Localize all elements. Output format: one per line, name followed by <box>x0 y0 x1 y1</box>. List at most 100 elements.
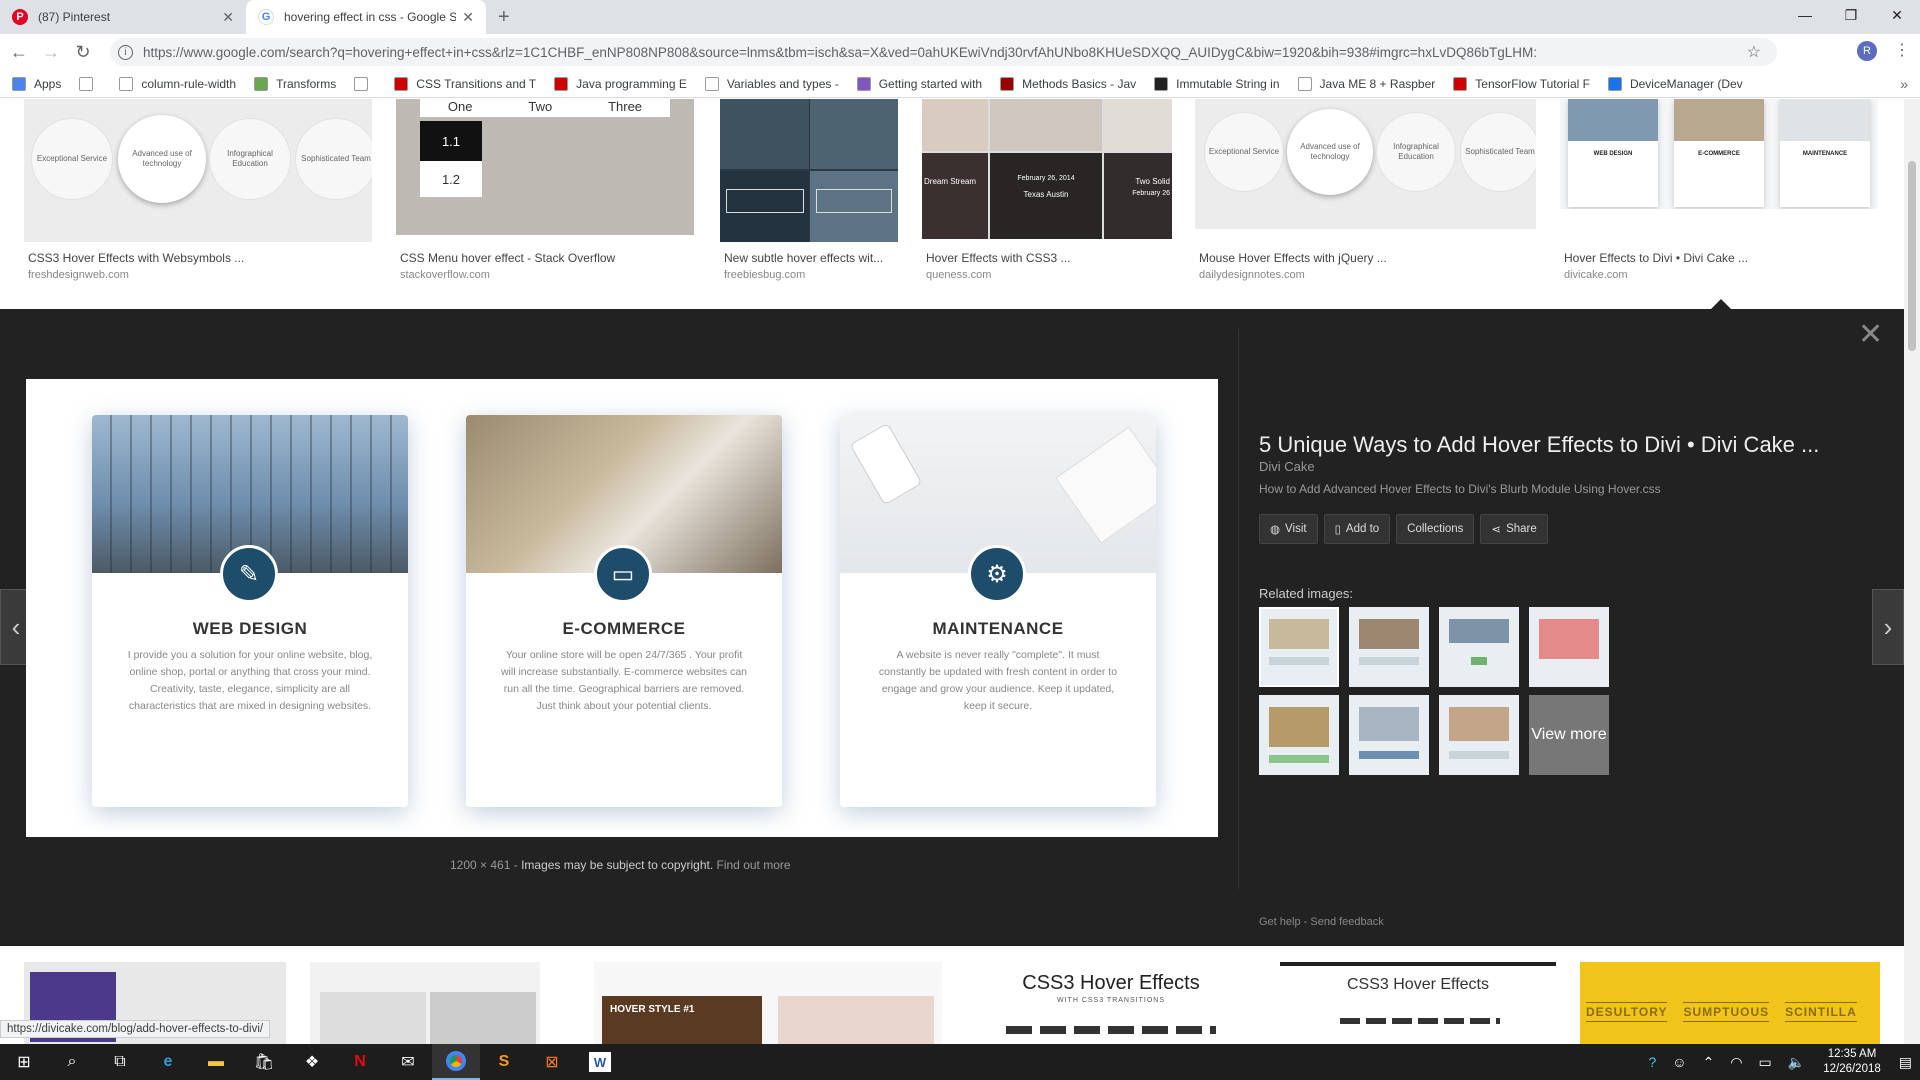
get-help-link[interactable]: Get help <box>1259 916 1301 928</box>
bookmark-item[interactable] <box>79 76 101 91</box>
related-image[interactable] <box>1439 695 1519 775</box>
result-thumbnail[interactable]: CSS3 Hover Effects WITH CSS3 TRANSITIONS <box>966 962 1256 1044</box>
close-icon[interactable]: ✕ <box>1858 317 1883 352</box>
bookmark-item[interactable] <box>354 76 376 91</box>
windows-start-icon[interactable]: ⊞ <box>0 1044 48 1080</box>
url-text[interactable]: https://www.google.com/search?q=hovering… <box>143 45 1537 60</box>
send-feedback-link[interactable]: Send feedback <box>1310 916 1383 928</box>
store-icon[interactable]: 🛍 <box>240 1044 288 1080</box>
mail-icon[interactable]: ✉ <box>384 1044 432 1080</box>
edge-icon[interactable]: e <box>144 1044 192 1080</box>
chevron-up-icon[interactable]: ⌃ <box>1703 1054 1715 1071</box>
task-view-icon[interactable]: ⧉ <box>96 1044 144 1080</box>
result-thumbnail[interactable]: One Two Three 1.1 1.2 <box>396 99 694 235</box>
collections-button[interactable]: Collections <box>1396 514 1475 544</box>
result-thumbnail[interactable] <box>310 962 540 1044</box>
result-title[interactable]: CSS3 Hover Effects with Websymbols ... <box>28 251 244 265</box>
battery-icon[interactable]: ▭ <box>1759 1054 1772 1071</box>
new-tab-button[interactable]: + <box>498 6 510 29</box>
profile-avatar[interactable]: R <box>1857 41 1877 61</box>
result-source: dailydesignnotes.com <box>1199 269 1305 281</box>
bookmark-item[interactable]: Variables and types - <box>704 76 839 91</box>
preview-image[interactable]: ✎ WEB DESIGN I provide you a solution fo… <box>26 379 1218 837</box>
tab-pinterest[interactable]: P (87) Pinterest ✕ <box>0 0 246 34</box>
bookmark-item[interactable]: DeviceManager (Dev <box>1607 76 1743 91</box>
result-thumbnail[interactable]: WEB DESIGN E-COMMERCE MAINTENANCE <box>1560 99 1878 209</box>
result-thumbnail[interactable]: Exceptional Service Advanced use of tech… <box>24 99 372 242</box>
bookmark-item[interactable]: CSS Transitions and T <box>394 76 536 91</box>
bookmark-label: Getting started with <box>878 76 983 91</box>
bookmarks-overflow-icon[interactable]: » <box>1900 76 1908 92</box>
preview-site[interactable]: Divi Cake <box>1259 459 1315 474</box>
help-icon[interactable]: ? <box>1648 1054 1656 1070</box>
sublime-icon[interactable]: S <box>480 1044 528 1080</box>
bookmark-item[interactable]: Getting started with <box>856 76 983 91</box>
result-thumbnail[interactable]: Dream Stream February 26, 2014 Texas Aus… <box>922 99 1172 239</box>
find-out-more-link[interactable]: Find out more <box>717 858 791 872</box>
share-button[interactable]: ⋖ Share <box>1480 514 1548 544</box>
next-arrow-icon[interactable]: › <box>1872 589 1904 665</box>
add-to-button[interactable]: ▯ Add to <box>1323 514 1391 544</box>
reload-icon[interactable]: ↻ <box>70 42 96 63</box>
related-image[interactable] <box>1349 695 1429 775</box>
related-image[interactable] <box>1259 607 1339 687</box>
dropbox-icon[interactable]: ❖ <box>288 1044 336 1080</box>
apps-grid-icon <box>12 76 26 91</box>
result-source: stackoverflow.com <box>400 269 490 281</box>
word-icon[interactable]: W <box>589 1052 611 1072</box>
bookmark-item[interactable]: Apps <box>12 76 61 91</box>
file-explorer-icon[interactable]: ▬ <box>192 1044 240 1080</box>
page-scrollbar[interactable] <box>1904 99 1920 1044</box>
result-title[interactable]: New subtle hover effects wit... <box>724 251 883 265</box>
result-thumbnail[interactable]: Exceptional Service Advanced use of tech… <box>1195 99 1536 229</box>
result-title[interactable]: Hover Effects with CSS3 ... <box>926 251 1071 265</box>
clock[interactable]: 12:35 AM 12/26/2018 <box>1823 1047 1881 1077</box>
result-title[interactable]: Hover Effects to Divi • Divi Cake ... <box>1564 251 1748 265</box>
circle-label: Sophisticated Team <box>301 154 371 164</box>
back-icon[interactable]: ← <box>6 42 32 63</box>
notification-icon[interactable]: ▤ <box>1899 1054 1912 1071</box>
bookmark-item[interactable]: Methods Basics - Jav <box>1000 76 1136 91</box>
thumb-caption: Texas Austin <box>1023 190 1069 199</box>
related-image[interactable] <box>1349 607 1429 687</box>
related-image[interactable] <box>1259 695 1339 775</box>
result-title[interactable]: Mouse Hover Effects with jQuery ... <box>1199 251 1387 265</box>
preview-title[interactable]: 5 Unique Ways to Add Hover Effects to Di… <box>1259 432 1819 458</box>
result-title[interactable]: CSS Menu hover effect - Stack Overflow <box>400 251 615 265</box>
bookmark-item[interactable]: column-rule-width <box>119 76 236 91</box>
bookmark-item[interactable]: TensorFlow Tutorial F <box>1453 76 1590 91</box>
chrome-icon[interactable] <box>432 1044 480 1080</box>
result-thumbnail[interactable]: HOVER STYLE #1 <box>594 962 942 1044</box>
result-thumbnail[interactable] <box>720 99 898 242</box>
tab-google-search[interactable]: G hovering effect in css - Google Se ✕ <box>246 0 486 34</box>
close-window-icon[interactable]: ✕ <box>1874 0 1920 30</box>
bookmark-item[interactable]: Java programming E <box>554 76 687 91</box>
netflix-icon[interactable]: N <box>336 1044 384 1080</box>
forward-icon[interactable]: → <box>38 42 64 63</box>
address-bar[interactable]: i https://www.google.com/search?q=hoveri… <box>110 38 1777 66</box>
view-more-button[interactable]: View more <box>1529 695 1609 775</box>
bookmark-item[interactable]: Immutable String in <box>1154 76 1280 91</box>
info-icon[interactable]: i <box>118 44 133 60</box>
related-image[interactable] <box>1529 607 1609 687</box>
related-image[interactable] <box>1439 607 1519 687</box>
close-icon[interactable]: ✕ <box>462 9 474 26</box>
scrollbar-thumb[interactable] <box>1908 161 1916 351</box>
minimize-icon[interactable]: — <box>1782 0 1828 30</box>
close-icon[interactable]: ✕ <box>222 9 234 26</box>
menu-icon[interactable]: ⋮ <box>1894 40 1910 60</box>
star-icon[interactable]: ☆ <box>1747 42 1761 62</box>
preview-actions: ◍ Visit ▯ Add to Collections ⋖ Share <box>1259 514 1548 544</box>
visit-button[interactable]: ◍ Visit <box>1259 514 1318 544</box>
search-icon[interactable]: ⌕ <box>48 1044 96 1080</box>
people-icon[interactable]: ☺ <box>1672 1054 1686 1070</box>
card-text: A website is never really "complete". It… <box>878 649 1118 712</box>
xampp-icon[interactable]: ⊠ <box>528 1044 576 1080</box>
bookmark-item[interactable]: Transforms <box>254 76 336 91</box>
wifi-icon[interactable]: ◠ <box>1730 1054 1742 1071</box>
volume-icon[interactable]: 🔈 <box>1788 1054 1805 1071</box>
result-thumbnail[interactable]: CSS3 Hover Effects <box>1280 962 1556 1044</box>
bookmark-item[interactable]: Java ME 8 + Raspber <box>1297 76 1435 91</box>
restore-icon[interactable]: ❐ <box>1828 0 1874 30</box>
result-thumbnail[interactable]: DESULTORY SUMPTUOUS SCINTILLA <box>1580 962 1880 1044</box>
